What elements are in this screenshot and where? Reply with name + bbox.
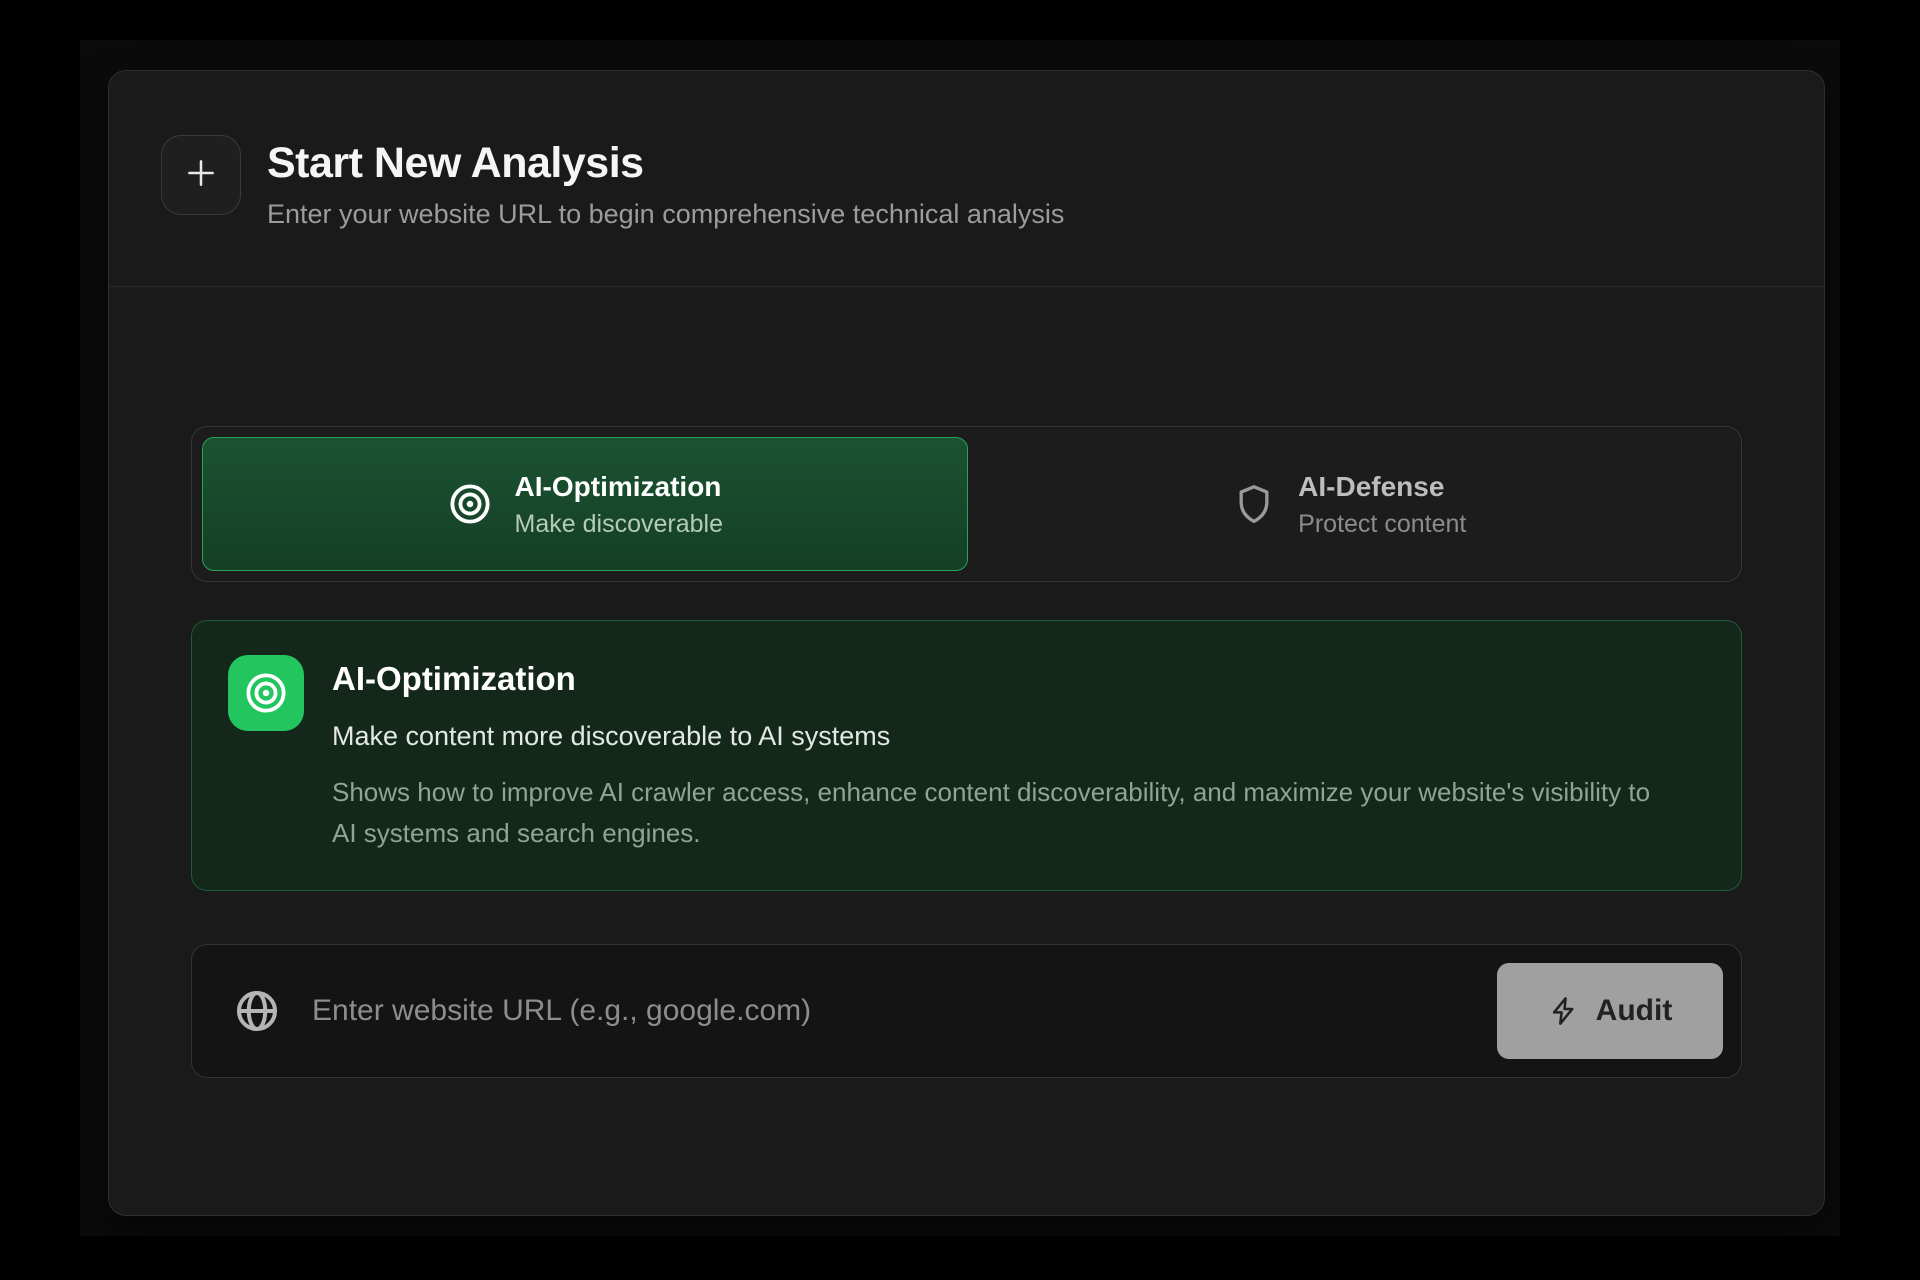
tab-ai-optimization[interactable]: AI-Optimization Make discoverable xyxy=(202,437,968,571)
tab-sublabel: Protect content xyxy=(1298,510,1466,539)
tab-text: AI-Optimization Make discoverable xyxy=(515,470,723,539)
page-subtitle: Enter your website URL to begin comprehe… xyxy=(267,199,1064,230)
plus-icon xyxy=(182,154,220,197)
tab-text: AI-Defense Protect content xyxy=(1298,470,1466,539)
start-analysis-panel: Start New Analysis Enter your website UR… xyxy=(108,70,1825,1216)
panel-header: Start New Analysis Enter your website UR… xyxy=(109,71,1824,287)
mode-card-subtitle: Make content more discoverable to AI sys… xyxy=(332,721,1662,752)
mode-toggle: AI-Optimization Make discoverable AI-Def… xyxy=(191,426,1742,582)
shield-icon xyxy=(1232,482,1276,526)
target-icon xyxy=(228,655,304,731)
audit-button-label: Audit xyxy=(1596,994,1673,1028)
tab-ai-defense[interactable]: AI-Defense Protect content xyxy=(968,437,1732,571)
mode-card-title: AI-Optimization xyxy=(332,659,1662,699)
url-input-container: Audit xyxy=(191,944,1742,1078)
tab-label: AI-Optimization xyxy=(515,470,723,504)
target-icon xyxy=(447,481,493,527)
audit-button[interactable]: Audit xyxy=(1497,963,1723,1059)
screen: Start New Analysis Enter your website UR… xyxy=(0,0,1920,1280)
header-text: Start New Analysis Enter your website UR… xyxy=(267,135,1064,230)
tab-label: AI-Defense xyxy=(1298,470,1466,504)
mode-card-text: AI-Optimization Make content more discov… xyxy=(332,655,1662,890)
new-analysis-badge xyxy=(161,135,241,215)
page-title: Start New Analysis xyxy=(267,137,1064,189)
mode-description-card: AI-Optimization Make content more discov… xyxy=(191,620,1742,891)
globe-icon xyxy=(234,988,280,1034)
tab-sublabel: Make discoverable xyxy=(515,510,723,539)
website-url-input[interactable] xyxy=(312,945,1497,1077)
mode-card-description: Shows how to improve AI crawler access, … xyxy=(332,772,1662,854)
panel-body: AI-Optimization Make discoverable AI-Def… xyxy=(109,287,1824,1078)
lightning-icon xyxy=(1548,995,1580,1027)
